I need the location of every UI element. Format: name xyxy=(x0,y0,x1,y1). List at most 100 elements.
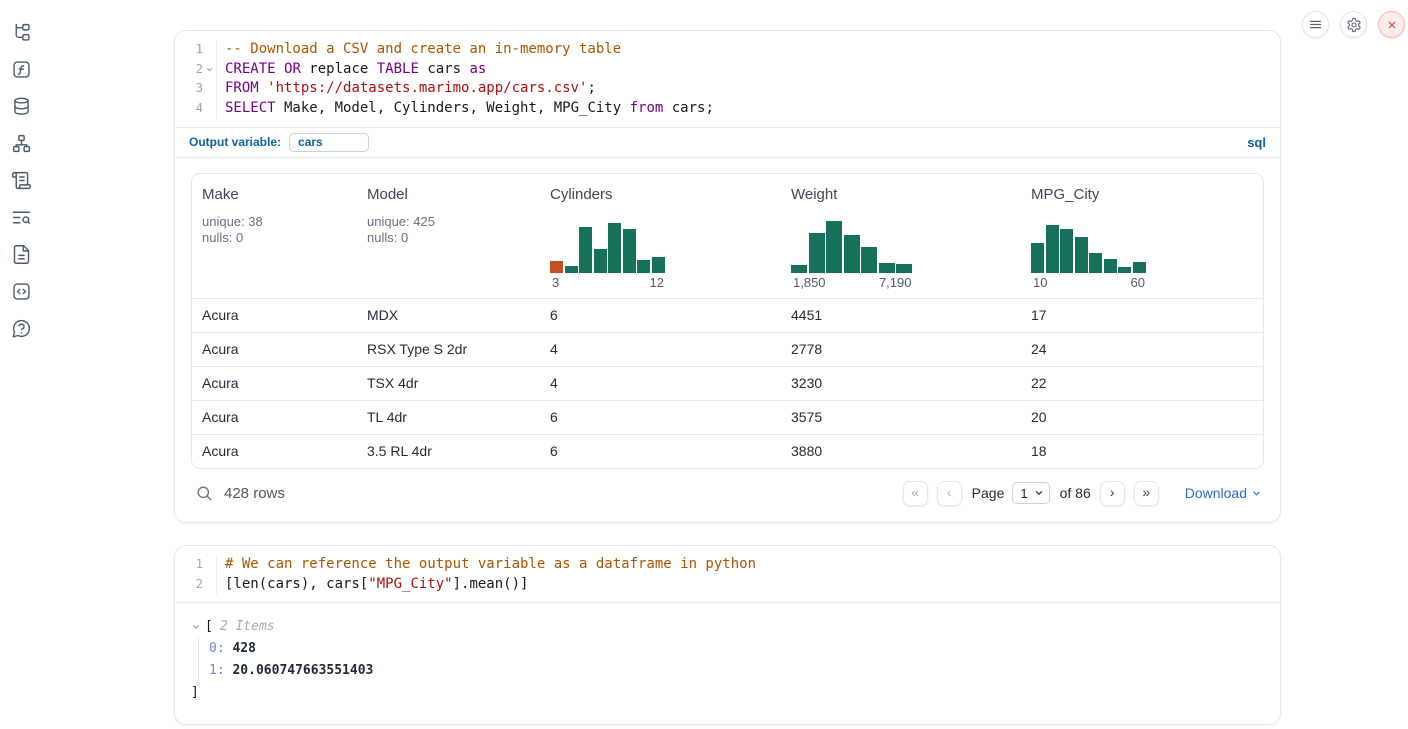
column-name[interactable]: Model xyxy=(367,186,408,203)
code-line: 2 CREATE OR replace TABLE cars as xyxy=(175,60,1280,80)
histogram-bar xyxy=(579,227,592,273)
histogram-min-label: 10 xyxy=(1033,275,1047,290)
fold-slot xyxy=(203,83,216,96)
table-cell: 6 xyxy=(540,299,781,332)
histogram-bar xyxy=(565,266,578,273)
sidebar-scratchpad-button[interactable] xyxy=(11,169,33,191)
table-output: Makeunique: 38nulls: 0Modelunique: 425nu… xyxy=(175,157,1280,522)
table-row: AcuraMDX6445117 xyxy=(192,299,1263,333)
python-editor[interactable]: 1 # We can reference the output variable… xyxy=(175,546,1280,602)
page-label: Page xyxy=(972,485,1005,501)
table-column-header: Make unique: 38nulls: 0 xyxy=(192,174,357,298)
histogram-bar xyxy=(1133,262,1146,273)
variables-icon xyxy=(11,59,32,80)
table-cell: 20 xyxy=(1021,401,1263,434)
first-page-button[interactable]: « xyxy=(903,481,928,506)
histogram-bar xyxy=(652,257,665,273)
histogram-bar xyxy=(844,235,860,273)
python-output: [2 Items 0: 428 1: 20.060747663551403 ] xyxy=(175,602,1280,724)
file-tree-icon xyxy=(11,22,32,43)
sidebar-file-tree-button[interactable] xyxy=(11,21,33,43)
row-count: 428 rows xyxy=(224,485,285,502)
column-name[interactable]: Weight xyxy=(791,186,837,203)
output-variable-row: Output variable: sql xyxy=(175,127,1280,157)
column-name[interactable]: Make xyxy=(202,186,239,203)
code-line: 4 SELECT Make, Model, Cylinders, Weight,… xyxy=(175,99,1280,119)
table-cell: 4451 xyxy=(781,299,1021,332)
histogram-bar xyxy=(594,249,607,273)
table-cell: 18 xyxy=(1021,435,1263,468)
scroll-icon xyxy=(11,170,32,191)
column-name[interactable]: MPG_City xyxy=(1031,186,1099,203)
last-page-button[interactable]: » xyxy=(1134,481,1159,506)
fold-slot xyxy=(203,578,216,591)
fold-chevron-icon[interactable] xyxy=(203,63,216,76)
language-badge[interactable]: sql xyxy=(1247,135,1266,150)
table-cell: Acura xyxy=(192,435,357,468)
sql-editor[interactable]: 1 -- Download a CSV and create an in-mem… xyxy=(175,31,1280,127)
sidebar-snippets-button[interactable] xyxy=(11,280,33,302)
line-number: 2 xyxy=(175,60,217,80)
download-label: Download xyxy=(1185,485,1247,501)
fold-slot xyxy=(203,558,216,571)
histogram-bar xyxy=(791,265,807,273)
table-cell: Acura xyxy=(192,367,357,400)
sidebar-dependency-graph-button[interactable] xyxy=(11,132,33,154)
histogram-bar xyxy=(1031,243,1044,273)
table-cell: 3575 xyxy=(781,401,1021,434)
column-histogram: 1,8507,190 xyxy=(791,220,914,290)
list-item: 1: 20.060747663551403 xyxy=(209,660,1264,682)
database-icon xyxy=(11,96,32,117)
table-search-button[interactable] xyxy=(193,482,216,505)
table-cell: Acura xyxy=(192,401,357,434)
settings-button[interactable] xyxy=(1340,11,1367,38)
fold-slot xyxy=(203,102,216,115)
list-item: 0: 428 xyxy=(209,638,1264,660)
search-icon xyxy=(195,484,214,503)
table-row: AcuraTL 4dr6357520 xyxy=(192,401,1263,435)
table-row: Acura3.5 RL 4dr6388018 xyxy=(192,435,1263,468)
sidebar-variables-button[interactable] xyxy=(11,58,33,80)
histogram-bar xyxy=(1089,253,1102,273)
sidebar-logs-button[interactable] xyxy=(11,206,33,228)
page-of-label: of 86 xyxy=(1060,485,1091,501)
histogram-bar xyxy=(1104,259,1117,273)
line-number: 1 xyxy=(175,555,217,575)
sidebar xyxy=(0,21,44,339)
sidebar-datasources-button[interactable] xyxy=(11,95,33,117)
topbar xyxy=(1302,11,1405,38)
sidebar-help-chat-button[interactable] xyxy=(11,317,33,339)
chevron-down-icon xyxy=(1251,488,1262,499)
prev-page-button[interactable]: ‹ xyxy=(937,481,962,506)
table-cell: 24 xyxy=(1021,333,1263,366)
histogram-bar xyxy=(809,233,825,273)
column-histogram: 1060 xyxy=(1031,220,1147,290)
output-variable-input[interactable] xyxy=(289,133,369,152)
next-page-button[interactable]: › xyxy=(1100,481,1125,506)
table-cell: MDX xyxy=(357,299,540,332)
table-cell: 4 xyxy=(540,367,781,400)
page-select[interactable]: 1 xyxy=(1012,482,1049,504)
table-body: AcuraMDX6445117 AcuraRSX Type S 2dr42778… xyxy=(192,299,1263,468)
code-line: 3 FROM 'https://datasets.marimo.app/cars… xyxy=(175,79,1280,99)
table-cell: 3880 xyxy=(781,435,1021,468)
code-line: 1 -- Download a CSV and create an in-mem… xyxy=(175,40,1280,60)
download-button[interactable]: Download xyxy=(1185,485,1262,501)
data-table: Makeunique: 38nulls: 0Modelunique: 425nu… xyxy=(191,173,1264,469)
menu-button[interactable] xyxy=(1302,11,1329,38)
collapse-chevron-icon[interactable] xyxy=(191,622,205,632)
shutdown-button[interactable] xyxy=(1378,11,1405,38)
table-column-header: Cylinders 312 xyxy=(540,174,781,298)
sidebar-documentation-button[interactable] xyxy=(11,243,33,265)
table-cell: 6 xyxy=(540,401,781,434)
column-summary: unique: 38nulls: 0 xyxy=(202,214,263,247)
histogram-bar xyxy=(623,229,636,273)
table-row: AcuraRSX Type S 2dr4277824 xyxy=(192,333,1263,367)
chevron-down-icon xyxy=(1034,488,1044,498)
histogram-bar xyxy=(1075,237,1088,273)
column-name[interactable]: Cylinders xyxy=(550,186,613,203)
histogram-bar xyxy=(608,223,621,273)
histogram-max-label: 12 xyxy=(650,275,664,290)
table-row: AcuraTSX 4dr4323022 xyxy=(192,367,1263,401)
table-column-header: Weight 1,8507,190 xyxy=(781,174,1021,298)
